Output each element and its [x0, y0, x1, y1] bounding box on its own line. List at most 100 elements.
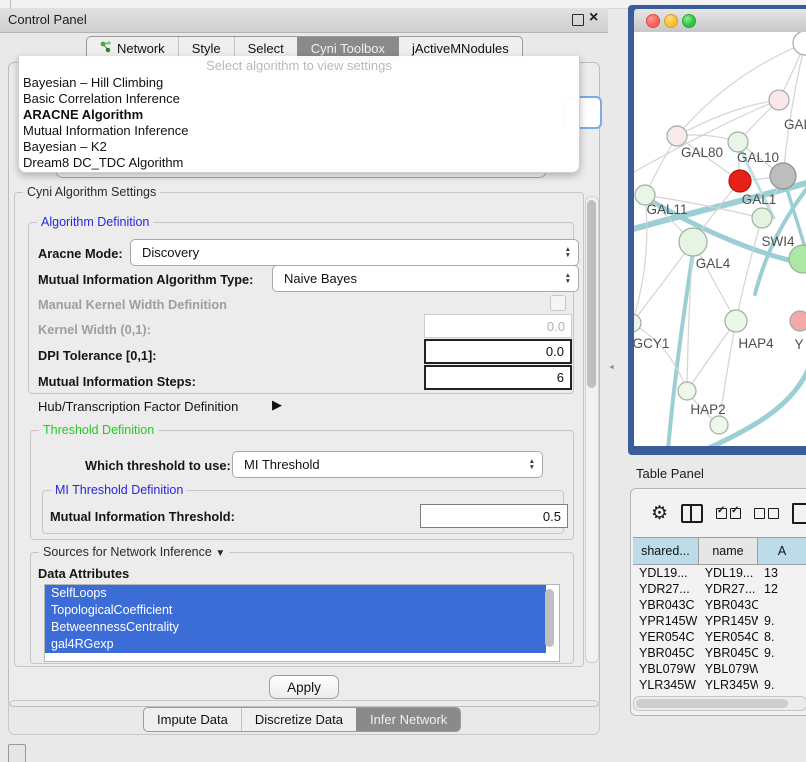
apply-button[interactable]: Apply [269, 675, 339, 699]
network-node-label: HAP4 [738, 336, 774, 351]
table-scrollbar-thumb[interactable] [636, 699, 788, 708]
node-table: shared...nameAYDL19...YDL19...13YDR27...… [633, 537, 806, 709]
kernel-width-value: 0.0 [547, 319, 565, 334]
tab-infer-network[interactable]: Infer Network [356, 708, 460, 731]
data-attributes-label: Data Attributes [38, 566, 129, 581]
algorithm-dropdown: Select algorithm to view settings Bayesi… [18, 56, 580, 173]
table-row[interactable]: YBR043CYBR043C [633, 597, 806, 613]
network-node-node-top-right[interactable] [793, 32, 806, 55]
dropdown-item[interactable]: Mutual Information Inference [21, 123, 581, 139]
which-threshold-combobox[interactable]: MI Threshold ▲▼ [232, 451, 543, 478]
which-threshold-label: Which threshold to use: [85, 458, 231, 473]
mi-type-combobox[interactable]: Naive Bayes ▲▼ [272, 265, 579, 292]
dropdown-item[interactable]: Bayesian – Hill Climbing [21, 75, 581, 91]
settings-scrollbar[interactable] [585, 196, 599, 663]
network-node-node-bottom[interactable] [710, 416, 728, 434]
table-row[interactable]: YPR145WYPR145W9. [633, 613, 806, 629]
dpi-tolerance-label: DPI Tolerance [0,1]: [38, 348, 157, 363]
bottom-tabbar: Impute Data Discretize Data Infer Network [143, 707, 461, 732]
mi-steps-field[interactable]: 6 [424, 365, 572, 390]
tab-impute-data[interactable]: Impute Data [144, 708, 241, 731]
gear-icon[interactable]: ⚙ [651, 502, 668, 525]
mini-window-icon[interactable] [8, 744, 26, 762]
chevron-down-icon[interactable]: ▼ [215, 548, 225, 559]
network-edge[interactable] [687, 321, 736, 391]
table-row[interactable]: YBL079WYBL079W [633, 661, 806, 677]
cyni-settings-title: Cyni Algorithm Settings [23, 185, 160, 199]
table-cell: YBR045C [699, 645, 758, 661]
close-icon[interactable]: × [589, 9, 598, 27]
attribute-list-item[interactable]: gal4RGexp [45, 636, 546, 653]
network-node-GAL4[interactable] [679, 228, 707, 256]
network-node-GAL10[interactable] [728, 132, 748, 152]
manual-kernel-checkbox[interactable] [550, 295, 566, 311]
network-node-gal-partial[interactable] [769, 90, 789, 110]
network-node-GAL1[interactable] [729, 170, 751, 192]
table-row[interactable]: YDR27...YDR27...12 [633, 581, 806, 597]
network-node-label: GAL80 [681, 145, 723, 160]
minimize-traffic-light-icon[interactable] [664, 14, 678, 28]
column-header-1[interactable]: shared... [633, 538, 699, 564]
network-edge[interactable] [634, 195, 647, 323]
tab-label: Discretize Data [255, 712, 343, 727]
network-edge[interactable] [677, 100, 779, 136]
tab-discretize-data[interactable]: Discretize Data [241, 708, 356, 731]
network-node-gray-node[interactable] [770, 163, 796, 189]
deselect-checkboxes-icon[interactable] [754, 508, 779, 519]
select-all-checkboxes-icon[interactable] [716, 508, 741, 519]
panel-divider-handle[interactable]: ◄ [608, 364, 615, 371]
kernel-width-field[interactable]: 0.0 [424, 314, 572, 338]
stepper-arrows-icon: ▲▼ [565, 273, 571, 285]
network-node-HAP2[interactable] [678, 382, 696, 400]
network-window-titlebar[interactable] [634, 9, 806, 33]
mi-threshold-field[interactable]: 0.5 [420, 504, 568, 528]
network-node-green-node[interactable] [789, 245, 806, 273]
settings-scrollbar-thumb[interactable] [587, 200, 596, 388]
attr-list-scrollbar-thumb[interactable] [545, 589, 554, 647]
column-header-3[interactable]: A [758, 538, 806, 564]
table-row[interactable]: YDL19...YDL19...13 [633, 565, 806, 581]
tab-label: Infer Network [370, 712, 447, 727]
column-header-2[interactable]: name [699, 538, 758, 564]
float-window-icon[interactable] [572, 14, 584, 26]
dpi-tolerance-field[interactable]: 0.0 [424, 339, 572, 364]
chevron-right-icon[interactable]: ▶ [272, 397, 282, 413]
document-icon[interactable] [792, 503, 806, 524]
network-node-label: Y [794, 337, 803, 352]
network-node-label: GCY1 [634, 336, 669, 351]
data-attributes-list[interactable]: SelfLoopsTopologicalCoefficientBetweenne… [44, 584, 560, 662]
dropdown-item[interactable]: Bayesian – K2 [21, 139, 581, 155]
table-row[interactable]: YER054CYER054C8. [633, 629, 806, 645]
table-row[interactable]: YLR345WYLR345W9. [633, 677, 806, 693]
network-node-GCY1[interactable] [634, 314, 641, 332]
zoom-traffic-light-icon[interactable] [682, 14, 696, 28]
aracne-mode-combobox[interactable]: Discovery ▲▼ [130, 239, 579, 266]
network-edge[interactable] [736, 218, 762, 321]
stepper-arrows-icon: ▲▼ [529, 459, 535, 471]
table-row[interactable]: YBR045CYBR045C9. [633, 645, 806, 661]
attribute-list-item[interactable]: BetweennessCentrality [45, 619, 546, 636]
network-node-pink-node[interactable] [790, 311, 806, 331]
table-cell: YPR145W [699, 613, 758, 629]
stepper-arrows-icon: ▲▼ [565, 247, 571, 259]
dropdown-item[interactable]: ARACNE Algorithm [21, 107, 581, 123]
table-horizontal-scrollbar[interactable] [633, 696, 806, 711]
network-tab-icon [100, 40, 112, 57]
close-traffic-light-icon[interactable] [646, 14, 660, 28]
split-view-icon[interactable] [681, 504, 703, 523]
dropdown-item[interactable]: Dream8 DC_TDC Algorithm [21, 155, 581, 171]
table-cell: 9. [758, 677, 806, 693]
network-node-HAP4[interactable] [725, 310, 747, 332]
hub-definition-label[interactable]: Hub/Transcription Factor Definition [38, 399, 238, 414]
dropdown-item[interactable]: Basic Correlation Inference [21, 91, 581, 107]
network-node-GAL80[interactable] [667, 126, 687, 146]
network-window: GALGAL80GAL10GAL1GAL11SWI4GAL4GCY1HAP4YH… [628, 5, 806, 455]
network-edge[interactable] [783, 43, 805, 176]
tab-label: Network [117, 41, 165, 56]
network-node-SWI4[interactable] [752, 208, 772, 228]
network-canvas[interactable]: GALGAL80GAL10GAL1GAL11SWI4GAL4GCY1HAP4YH… [634, 32, 806, 446]
attribute-list-item[interactable]: TopologicalCoefficient [45, 602, 546, 619]
network-node-label: GAL1 [742, 192, 777, 207]
tab-label: Cyni Toolbox [311, 41, 385, 56]
attribute-list-item[interactable]: SelfLoops [45, 585, 546, 602]
